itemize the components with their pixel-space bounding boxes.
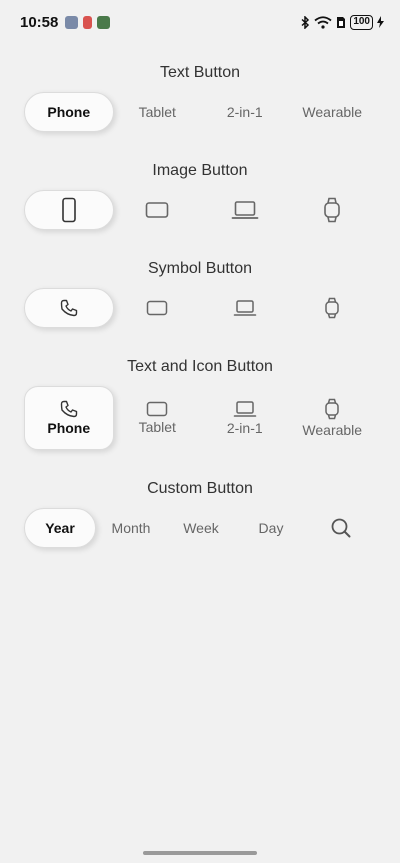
watch-icon [324,197,341,223]
laptop-icon [231,201,259,219]
segment-label: 2-in-1 [226,420,263,436]
status-left: 10:58 [20,13,111,31]
segment-tablet[interactable] [114,288,202,328]
segment-day[interactable]: Day [236,508,306,548]
sim-icon [337,16,346,28]
text-icon-button-section: Text and Icon Button Phone Tablet 2-in-1… [24,356,376,450]
tablet-icon [147,300,168,316]
segment-2-in-1[interactable]: 2-in-1 [201,386,289,450]
custom-segmented-button: Year Month Week Day [24,508,376,548]
charging-icon [377,16,384,28]
watch-icon [325,297,339,319]
gallery-notification-icon [65,15,79,29]
segment-label: Year [45,520,75,536]
watch-icon [325,398,339,420]
segment-label: Wearable [302,422,363,438]
segment-wearable[interactable] [289,190,377,230]
phone-handset-icon [60,400,77,418]
segment-label: Wearable [302,104,363,120]
section-title: Custom Button [147,480,253,497]
phone-portrait-icon [61,197,76,223]
home-indicator[interactable] [143,851,257,855]
text-button-section: Text Button Phone Tablet 2-in-1 Wearable [24,62,376,132]
segment-label: Month [111,520,151,536]
section-title: Text and Icon Button [127,358,273,375]
segment-tablet[interactable]: Tablet [114,92,202,132]
segment-label: Tablet [138,419,176,435]
android-notification-icon [97,15,111,29]
segment-year[interactable]: Year [24,508,96,548]
segment-label: Phone [47,420,91,436]
segment-label: Tablet [138,104,176,120]
segment-phone[interactable]: Phone [24,386,114,450]
segment-label: Day [258,520,284,536]
symbol-button-section: Symbol Button [24,258,376,328]
symbol-segmented-button [24,288,376,328]
segment-label: 2-in-1 [226,104,263,120]
segment-week[interactable]: Week [166,508,236,548]
search-icon [331,518,351,538]
segment-phone[interactable] [24,190,114,230]
section-title: Text Button [159,64,241,81]
app-notification-icon [83,15,93,29]
segment-2-in-1[interactable] [201,190,289,230]
segment-wearable[interactable]: Wearable [289,386,377,450]
image-button-section: Image Button [24,160,376,230]
segment-month[interactable]: Month [96,508,166,548]
image-segmented-button [24,190,376,230]
laptop-icon [233,300,257,316]
search-button[interactable] [306,508,376,548]
battery-indicator: 100 [350,14,373,30]
status-right: 100 [301,14,384,30]
segment-2-in-1[interactable]: 2-in-1 [201,92,289,132]
segment-wearable[interactable] [289,288,377,328]
custom-button-section: Custom Button Year Month Week Day [24,478,376,548]
bluetooth-icon [301,15,310,29]
segment-tablet[interactable]: Tablet [114,386,202,450]
segment-2-in-1[interactable] [201,288,289,328]
phone-handset-icon [60,299,77,317]
segment-label: Phone [47,104,91,120]
segment-phone[interactable]: Phone [24,92,114,132]
status-time: 10:58 [20,13,59,31]
segment-label: Week [183,520,219,536]
segment-phone[interactable] [24,288,114,328]
section-title: Symbol Button [147,260,253,277]
tablet-icon [147,401,168,417]
status-bar: 10:58 100 [0,0,400,44]
text-segmented-button: Phone Tablet 2-in-1 Wearable [24,92,376,132]
wifi-icon [314,15,332,29]
segment-wearable[interactable]: Wearable [289,92,377,132]
text-icon-segmented-button: Phone Tablet 2-in-1 Wearable [24,386,376,450]
segment-tablet[interactable] [114,190,202,230]
tablet-icon [145,202,169,218]
laptop-icon [233,401,257,417]
section-title: Image Button [152,162,248,179]
